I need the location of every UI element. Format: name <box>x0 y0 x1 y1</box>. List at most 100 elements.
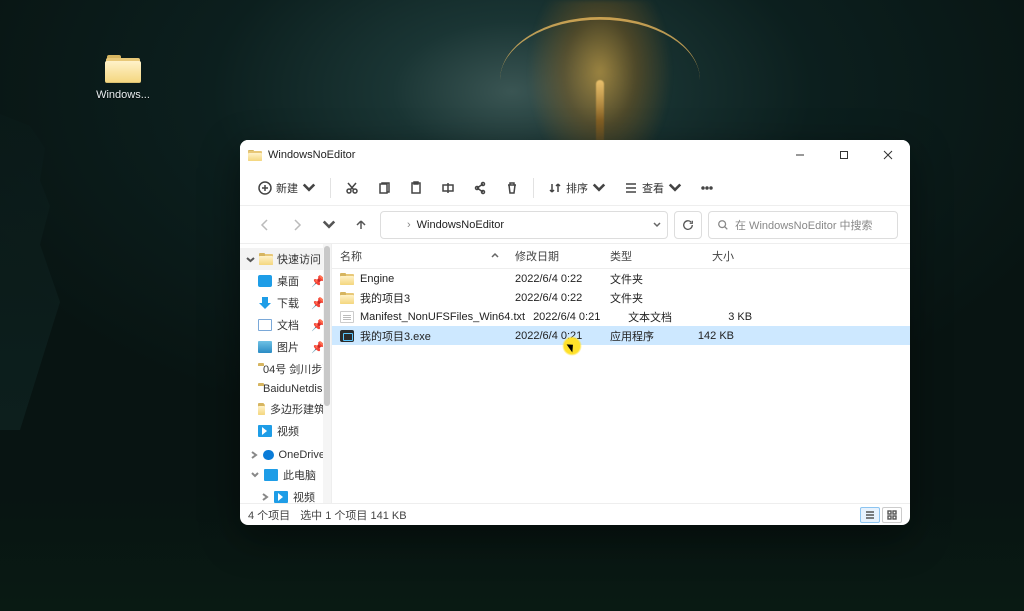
sidebar-item-desktop[interactable]: 桌面📌 <box>240 270 331 292</box>
rename-icon <box>441 181 455 195</box>
rename-button[interactable] <box>433 177 463 199</box>
sidebar-label: 快速访问 <box>277 251 321 267</box>
download-icon <box>258 297 272 309</box>
icons-view-button[interactable] <box>882 507 902 523</box>
up-button[interactable] <box>348 212 374 238</box>
folder-icon <box>387 219 401 230</box>
folder-icon <box>105 55 141 83</box>
videos-icon <box>258 425 272 437</box>
minimize-button[interactable] <box>778 140 822 170</box>
view-button[interactable]: 查看 <box>616 176 690 200</box>
titlebar[interactable]: WindowsNoEditor <box>240 140 910 170</box>
col-name[interactable]: 名称 <box>332 248 507 264</box>
folder-icon <box>340 292 354 304</box>
star-icon <box>259 253 273 265</box>
chevron-down-icon[interactable] <box>653 221 661 229</box>
folder-icon <box>258 403 265 415</box>
paste-button[interactable] <box>401 177 431 199</box>
document-icon <box>258 319 272 331</box>
details-view-button[interactable] <box>860 507 880 523</box>
scissors-icon <box>345 181 359 195</box>
chevron-down-icon <box>592 181 606 195</box>
plus-circle-icon <box>258 181 272 195</box>
videos-icon <box>274 491 288 503</box>
navigation-pane[interactable]: 快速访问 桌面📌 下载📌 文档📌 图片📌 04号 剑川步列 BaiduNetdi… <box>240 244 332 503</box>
clipboard-icon <box>409 181 423 195</box>
chevron-down-icon <box>302 181 316 195</box>
wallpaper-arc <box>500 17 700 143</box>
pc-icon <box>264 469 278 481</box>
desktop-icon-label: Windows... <box>96 89 150 101</box>
more-button[interactable] <box>692 177 722 199</box>
col-type[interactable]: 类型 <box>602 248 682 264</box>
scrollbar-thumb[interactable] <box>324 246 330 406</box>
ellipsis-icon <box>700 181 714 195</box>
window-title: WindowsNoEditor <box>268 149 355 161</box>
sidebar-onedrive[interactable]: OneDrive <box>240 446 331 464</box>
sidebar-item-videos[interactable]: 视频 <box>240 420 331 442</box>
exe-icon <box>340 330 354 342</box>
navigation-bar: › WindowsNoEditor 在 WindowsNoEditor 中搜索 <box>240 206 910 244</box>
wallpaper-ruin <box>0 110 90 430</box>
search-icon <box>717 219 729 231</box>
sidebar-item-documents[interactable]: 文档📌 <box>240 314 331 336</box>
view-icon <box>624 181 638 195</box>
folder-icon <box>248 150 262 161</box>
desktop-folder-shortcut[interactable]: Windows... <box>85 55 161 101</box>
table-row[interactable]: Engine 2022/6/4 0:22 文件夹 <box>332 269 910 288</box>
back-button[interactable] <box>252 212 278 238</box>
file-explorer-window: WindowsNoEditor 新建 排序 查看 <box>240 140 910 525</box>
sidebar-item-videos[interactable]: 视频 <box>240 486 331 503</box>
sidebar-quick-access[interactable]: 快速访问 <box>240 248 331 270</box>
sort-label: 排序 <box>566 180 588 196</box>
text-file-icon <box>340 311 354 323</box>
sidebar-item-folder[interactable]: BaiduNetdiskD <box>240 380 331 398</box>
sidebar-this-pc[interactable]: 此电脑 <box>240 464 331 486</box>
column-headers: 名称 修改日期 类型 大小 <box>332 244 910 269</box>
sidebar-item-folder[interactable]: 04号 剑川步列 <box>240 358 331 380</box>
status-bar: 4 个项目 选中 1 个项目 141 KB <box>240 503 910 525</box>
close-button[interactable] <box>866 140 910 170</box>
share-icon <box>473 181 487 195</box>
col-date[interactable]: 修改日期 <box>507 248 602 264</box>
cloud-icon <box>263 450 274 460</box>
recent-locations-button[interactable] <box>316 212 342 238</box>
view-toggle <box>860 507 902 523</box>
copy-button[interactable] <box>369 177 399 199</box>
share-button[interactable] <box>465 177 495 199</box>
sort-icon <box>548 181 562 195</box>
command-bar: 新建 排序 查看 <box>240 170 910 206</box>
separator <box>533 178 534 198</box>
address-bar[interactable]: › WindowsNoEditor <box>380 211 668 239</box>
sidebar-item-downloads[interactable]: 下载📌 <box>240 292 331 314</box>
chevron-down-icon <box>668 181 682 195</box>
copy-icon <box>377 181 391 195</box>
sort-button[interactable]: 排序 <box>540 176 614 200</box>
delete-button[interactable] <box>497 177 527 199</box>
table-row[interactable]: 我的项目3 2022/6/4 0:22 文件夹 <box>332 288 910 307</box>
view-label: 查看 <box>642 180 664 196</box>
refresh-button[interactable] <box>674 211 702 239</box>
sidebar-item-pictures[interactable]: 图片📌 <box>240 336 331 358</box>
maximize-button[interactable] <box>822 140 866 170</box>
search-placeholder: 在 WindowsNoEditor 中搜索 <box>735 217 873 233</box>
file-list: 名称 修改日期 类型 大小 Engine 2022/6/4 0:22 文件夹 我… <box>332 244 910 503</box>
folder-icon <box>340 273 354 285</box>
search-box[interactable]: 在 WindowsNoEditor 中搜索 <box>708 211 898 239</box>
sort-asc-icon <box>491 252 499 260</box>
separator <box>330 178 331 198</box>
chevron-down-icon <box>246 255 255 264</box>
table-row[interactable]: Manifest_NonUFSFiles_Win64.txt 2022/6/4 … <box>332 307 910 326</box>
forward-button[interactable] <box>284 212 310 238</box>
chevron-right-icon <box>260 493 269 502</box>
scrollbar[interactable] <box>323 244 331 503</box>
table-row[interactable]: 我的项目3.exe 2022/6/4 0:21 应用程序 142 KB <box>332 326 910 345</box>
breadcrumb-crumb[interactable]: WindowsNoEditor <box>417 219 504 231</box>
new-button[interactable]: 新建 <box>250 176 324 200</box>
desktop-icon <box>258 275 272 287</box>
pictures-icon <box>258 341 272 353</box>
cut-button[interactable] <box>337 177 367 199</box>
item-count: 4 个项目 <box>248 507 290 523</box>
col-size[interactable]: 大小 <box>682 248 742 264</box>
sidebar-item-folder[interactable]: 多边形建筑 <box>240 398 331 420</box>
